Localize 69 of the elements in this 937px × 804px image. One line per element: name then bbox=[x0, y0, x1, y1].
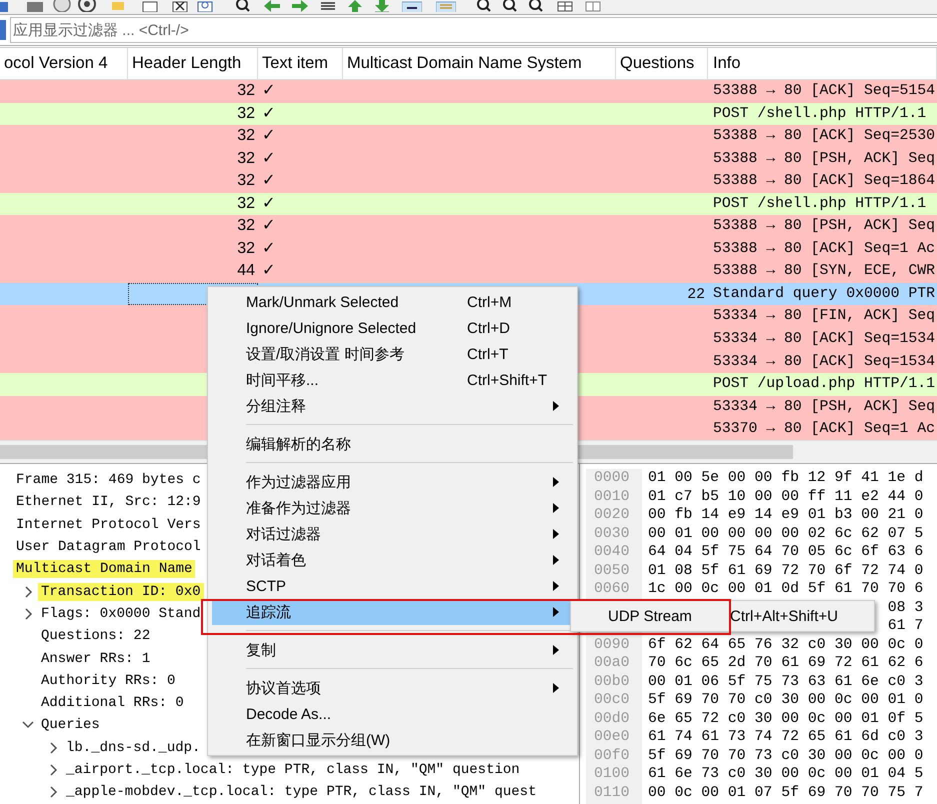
table-cell: 32 bbox=[237, 240, 255, 257]
table-cell: 32 bbox=[237, 172, 255, 190]
hex-bytes: 5f 69 70 70 c0 30 00 0c 00 01 0 bbox=[647, 691, 924, 710]
check-mark: ✓ bbox=[262, 104, 276, 122]
hex-bytes: 70 6c 65 2d 70 61 69 72 61 62 6 bbox=[647, 654, 924, 672]
table-cell: 53334 → 80 [ACK] Seq=1534 bbox=[713, 331, 935, 348]
table-cell: 53388 → 80 [ACK] Seq=5154 bbox=[713, 83, 935, 99]
offset-label: 0010 bbox=[593, 488, 631, 506]
table-cell: 53370 → 80 [ACK] Seq=1 Ac bbox=[713, 421, 935, 438]
hex-bytes: 1c 00 0c 00 01 0d 5f 61 70 70 6 bbox=[647, 580, 924, 598]
check-mark: ✓ bbox=[262, 127, 276, 144]
table-cell: 32 bbox=[237, 104, 255, 122]
check-mark: ✓ bbox=[262, 82, 276, 99]
table-cell: 32 bbox=[237, 127, 255, 144]
table-cell: POST /upload.php HTTP/1.1 bbox=[713, 376, 935, 392]
offset-label: 00b0 bbox=[593, 672, 631, 691]
table-cell: 53388 → 80 [SYN, ECE, CWR bbox=[713, 263, 935, 280]
table-cell: 53388 → 80 [ACK] Seq=2530 bbox=[713, 128, 935, 144]
table-cell: 53334 → 80 [PSH, ACK] Seq bbox=[713, 398, 935, 415]
offset-label: 00c0 bbox=[593, 691, 631, 710]
table-cell: 53388 → 80 [PSH, ACK] Seq bbox=[713, 150, 935, 167]
table-cell: 32 bbox=[237, 82, 255, 99]
hex-bytes: 00 fb 14 e9 14 e9 01 b3 00 21 0 bbox=[647, 506, 924, 524]
offset-label: 0000 bbox=[593, 469, 631, 488]
offset-label: 0090 bbox=[593, 636, 631, 654]
hex-bytes: 01 08 5f 61 69 72 70 6f 72 74 0 bbox=[647, 562, 924, 580]
offset-label: 00a0 bbox=[593, 654, 631, 672]
table-cell: 53388 → 80 [ACK] Seq=1864 bbox=[713, 173, 935, 190]
table-cell: 53334 → 80 [ACK] Seq=1534 bbox=[713, 354, 935, 370]
hex-bytes: 6f 62 64 65 76 32 c0 30 00 0c 0 bbox=[647, 636, 924, 654]
table-cell: 53388 → 80 [ACK] Seq=1 Ac bbox=[713, 240, 935, 257]
table-cell: 32 bbox=[237, 217, 255, 234]
hex-bytes: 01 00 5e 00 00 fb 12 9f 41 1e d bbox=[647, 469, 924, 488]
offset-label: 0100 bbox=[593, 765, 631, 784]
check-mark: ✓ bbox=[262, 217, 276, 234]
table-cell: POST /shell.php HTTP/1.1 bbox=[713, 106, 926, 122]
check-mark: ✓ bbox=[262, 194, 276, 212]
hex-bytes: 61 7 bbox=[888, 618, 924, 634]
table-cell: 32 bbox=[237, 150, 255, 167]
table-cell: POST /shell.php HTTP/1.1 bbox=[713, 196, 926, 212]
hex-bytes: 6e 65 72 c0 30 00 0c 00 01 0f 5 bbox=[647, 710, 924, 728]
hex-bytes: 00 01 06 5f 75 73 63 61 6e c0 3 bbox=[647, 672, 924, 691]
offset-label: 0040 bbox=[593, 543, 631, 562]
check-mark: ✓ bbox=[262, 172, 276, 190]
table-cell: 53334 → 80 [FIN, ACK] Seq bbox=[713, 308, 935, 324]
hex-bytes: 00 01 00 00 00 00 02 6c 62 07 5 bbox=[647, 524, 924, 543]
offset-label: 0110 bbox=[593, 784, 631, 802]
offset-label: 0060 bbox=[593, 580, 631, 598]
hex-bytes: 64 04 5f 75 64 70 05 6c 6f 63 6 bbox=[647, 543, 924, 562]
hex-bytes: 00 0c 00 01 07 5f 69 70 70 75 7 bbox=[647, 784, 924, 802]
table-cell: 22 bbox=[687, 286, 705, 303]
hex-bytes: 61 6e 73 c0 30 00 0c 00 01 04 5 bbox=[647, 765, 924, 784]
table-cell: Standard query 0x0000 PTR bbox=[713, 286, 935, 302]
offset-label: 0050 bbox=[593, 562, 631, 580]
offset-label: 00e0 bbox=[593, 728, 631, 746]
check-mark: ✓ bbox=[262, 150, 276, 167]
offset-label: 00f0 bbox=[593, 746, 631, 765]
table-cell: 53388 → 80 [PSH, ACK] Seq bbox=[713, 218, 935, 234]
check-mark: ✓ bbox=[262, 240, 276, 257]
table-cell: 32 bbox=[237, 194, 255, 212]
offset-label: 0030 bbox=[593, 524, 631, 543]
offset-label: 0020 bbox=[593, 506, 631, 524]
hex-bytes: 08 3 bbox=[888, 600, 924, 616]
table-cell: 44 bbox=[237, 262, 255, 280]
hex-bytes: 01 c7 b5 10 00 00 ff 11 e2 44 0 bbox=[647, 488, 924, 506]
offset-label: 00d0 bbox=[593, 710, 631, 728]
hex-bytes: 5f 69 70 70 73 c0 30 00 0c 00 0 bbox=[647, 746, 924, 765]
hex-bytes: 61 74 61 73 74 72 65 61 6d c0 3 bbox=[647, 728, 924, 746]
check-mark: ✓ bbox=[262, 262, 276, 280]
